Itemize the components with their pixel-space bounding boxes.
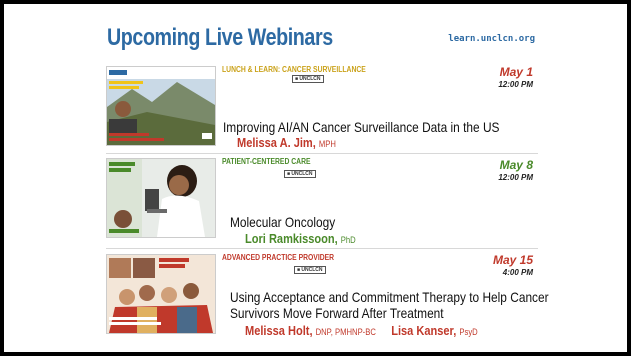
speaker-credentials: DNP, PMHNP-BC (315, 327, 376, 337)
webinar-2-time: 12:00 PM (498, 173, 533, 182)
site-url[interactable]: learn.unclcn.org (448, 34, 535, 44)
divider (106, 248, 538, 249)
webinar-2-thumbnail-image (107, 159, 215, 237)
webinar-2-series-tag: PATIENT-CENTERED CARE (222, 157, 311, 166)
webinar-1-date: May 1 (499, 65, 533, 79)
webinar-1-time: 12:00 PM (498, 80, 533, 89)
webinar-2-title[interactable]: Molecular Oncology (230, 214, 335, 230)
speaker-name: Melissa A. Jim, (237, 135, 316, 150)
webinar-2-speaker: Lori Ramkissoon, PhD (245, 231, 356, 246)
webinar-3-thumbnail-image (107, 255, 215, 333)
webinar-2-logo: ■ UNCLCN (284, 170, 316, 178)
webinar-1-title[interactable]: Improving AI/AN Cancer Surveillance Data… (223, 119, 499, 135)
page-title: Upcoming Live Webinars (107, 24, 333, 51)
speaker-name: Lisa Kanser, (391, 323, 457, 338)
webinar-3-time: 4:00 PM (502, 268, 533, 277)
webinar-1-logo: ■ UNCLCN (292, 75, 324, 83)
speaker-name: Lori Ramkissoon, (245, 231, 338, 246)
webinar-3-title-line2: Survivors Move Forward After Treatment (230, 305, 444, 321)
webinar-1-series-tag: LUNCH & LEARN: CANCER SURVEILLANCE (222, 65, 366, 74)
speaker-name: Melissa Holt, (245, 323, 313, 338)
webinar-3-date: May 15 (492, 253, 533, 267)
slide: Upcoming Live Webinars learn.unclcn.org … (4, 4, 627, 352)
webinar-3-logo: ■ UNCLCN (294, 266, 326, 274)
webinar-1-thumbnail[interactable] (106, 66, 216, 146)
webinar-3-series-tag: ADVANCED PRACTICE PROVIDER (222, 253, 335, 262)
webinar-3-speakers: Melissa Holt, DNP, PMHNP-BC Lisa Kanser,… (245, 323, 478, 338)
speaker-credentials: MPH (318, 139, 336, 149)
webinar-3-title[interactable]: Using Acceptance and Commitment Therapy … (230, 289, 549, 321)
webinar-1-speaker: Melissa A. Jim, MPH (237, 135, 336, 150)
webinar-2-date: May 8 (499, 158, 533, 172)
webinar-1-thumbnail-image (107, 67, 215, 145)
divider (106, 153, 538, 154)
webinar-3-thumbnail[interactable] (106, 254, 216, 334)
speaker-credentials: PsyD (459, 327, 478, 337)
webinar-2-thumbnail[interactable] (106, 158, 216, 238)
speaker-credentials: PhD (340, 235, 356, 245)
webinar-3-title-line1: Using Acceptance and Commitment Therapy … (230, 289, 549, 305)
